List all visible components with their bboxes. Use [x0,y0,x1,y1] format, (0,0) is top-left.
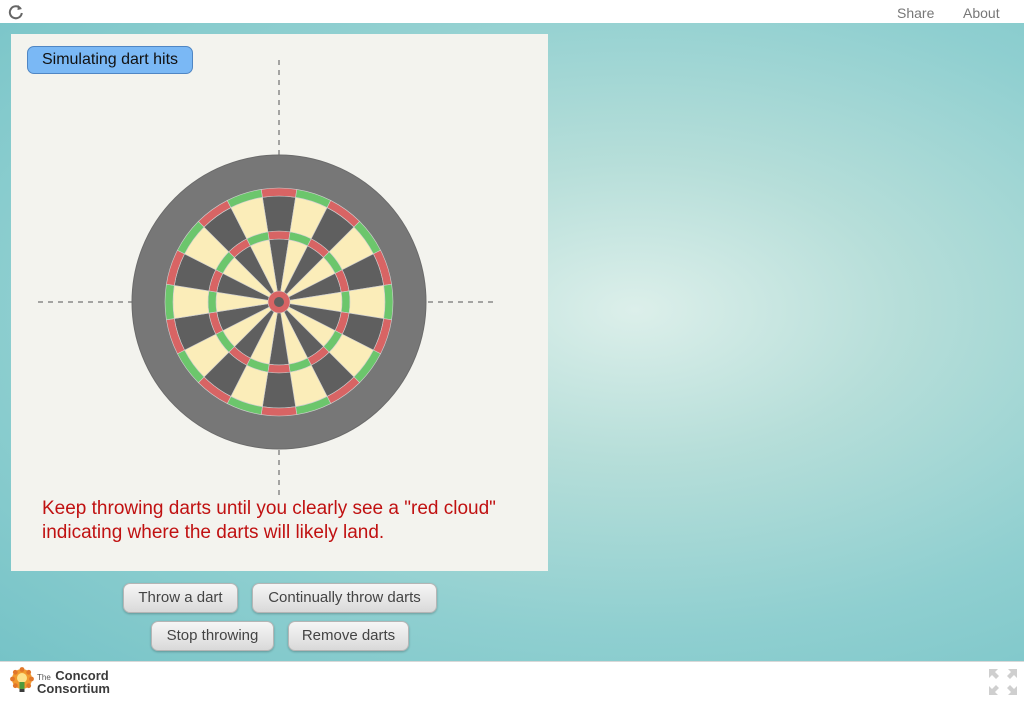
board-segment [262,195,296,233]
footer-bar: The Concord Consortium [0,661,1024,701]
fullscreen-icon[interactable] [989,669,1017,695]
instruction-text: Keep throwing darts until you clearly se… [42,497,542,545]
reload-icon[interactable] [8,4,24,20]
concord-logo-text: The Concord Consortium [37,669,110,696]
board-segment [164,283,175,321]
board-segment [262,371,296,409]
instruction-line-2: indicating where the darts will likely l… [42,522,385,543]
dartboard-panel: Simulating dart hits Keep throwing darts… [11,34,548,571]
board-segment [260,406,298,417]
instruction-line-1: Keep throwing darts until you clearly se… [42,498,496,519]
logo-text-consortium: Consortium [37,681,110,696]
board-segment [267,363,291,374]
concord-logo-icon [10,667,34,692]
about-link[interactable]: About [963,5,1000,21]
board-segment [172,285,210,319]
board-segment [207,290,218,314]
board-segment [267,230,291,241]
top-bar: Share About [0,0,1024,24]
remove-darts-button[interactable]: Remove darts [288,621,409,651]
continually-throw-button[interactable]: Continually throw darts [252,583,437,613]
throw-dart-button[interactable]: Throw a dart [123,583,238,613]
panel-title-badge: Simulating dart hits [27,46,193,74]
board-segment [383,283,394,321]
dartboard [131,154,427,450]
stop-throwing-button[interactable]: Stop throwing [151,621,274,651]
dartboard-canvas[interactable] [11,34,548,571]
simulation-area: Simulating dart hits Keep throwing darts… [0,23,1024,661]
board-segment [340,290,351,314]
board-segment [348,285,386,319]
board-segment [260,187,298,198]
share-link[interactable]: Share [897,5,934,21]
inner-bullseye [274,297,284,307]
